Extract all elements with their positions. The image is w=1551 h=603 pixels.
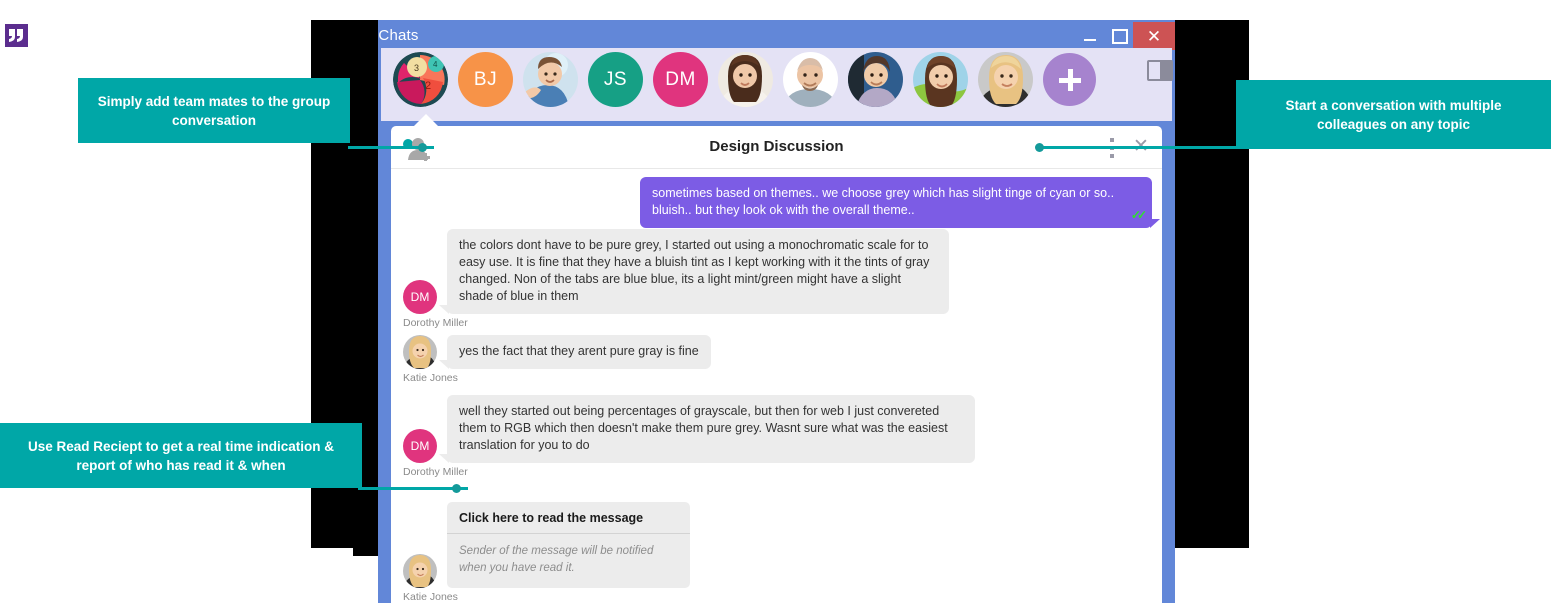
add-contact-button[interactable] bbox=[1043, 53, 1096, 106]
message-sender: Katie Jones bbox=[403, 372, 458, 384]
bubble-tail bbox=[439, 360, 449, 369]
close-icon: ✕ bbox=[1146, 26, 1162, 46]
message-sender: Dorothy Miller bbox=[403, 317, 468, 329]
contact-avatar-js[interactable]: JS bbox=[588, 52, 643, 107]
contact-avatar-photo-woman-3[interactable] bbox=[978, 52, 1033, 107]
message-bubble: sometimes based on themes.. we choose gr… bbox=[640, 177, 1160, 228]
minimize-button[interactable] bbox=[1075, 22, 1105, 50]
dot bbox=[1110, 138, 1114, 142]
avatar-initials: DM bbox=[410, 439, 430, 453]
callout-read-receipt: Use Read Reciept to get a real time indi… bbox=[0, 423, 362, 488]
message-text: yes the fact that they arent pure gray i… bbox=[459, 344, 699, 358]
close-button[interactable]: ✕ bbox=[1133, 22, 1175, 50]
contact-initials: DM bbox=[665, 68, 696, 90]
message-text: well they started out being percentages … bbox=[459, 404, 948, 452]
message-sender: Katie Jones bbox=[403, 591, 458, 603]
split-panel-icon[interactable] bbox=[1147, 60, 1173, 81]
maximize-button[interactable] bbox=[1105, 22, 1135, 50]
read-receipt-title[interactable]: Click here to read the message bbox=[447, 502, 690, 534]
bubble-tail bbox=[439, 305, 449, 314]
contact-avatar-group[interactable]: 3 4 2 bbox=[393, 52, 448, 107]
plus-icon bbox=[1058, 68, 1081, 91]
contact-avatar-photo-woman-2[interactable] bbox=[913, 52, 968, 107]
read-receipt-card[interactable]: Click here to read the message Sender of… bbox=[447, 502, 690, 588]
callout-text: Start a conversation with multiple colle… bbox=[1285, 97, 1502, 132]
message-row-incoming: DM the colors dont have to be pure grey,… bbox=[403, 229, 973, 329]
contact-avatar-photo-man-1[interactable] bbox=[523, 52, 578, 107]
contact-avatar-photo-woman-1[interactable] bbox=[718, 52, 773, 107]
message-text: sometimes based on themes.. we choose gr… bbox=[652, 186, 1115, 217]
message-list: sometimes based on themes.. we choose gr… bbox=[391, 169, 1162, 603]
message-bubble: well they started out being percentages … bbox=[439, 395, 975, 463]
contacts-list: 3 4 2 BJ JS DM bbox=[393, 52, 1096, 107]
callout-anchor-dot bbox=[1035, 143, 1044, 152]
callout-anchor-dot bbox=[452, 484, 461, 493]
svg-text:3: 3 bbox=[414, 63, 419, 73]
avatar[interactable]: DM bbox=[403, 280, 437, 314]
callout-anchor-dot bbox=[418, 143, 427, 152]
contact-avatar-photo-man-2[interactable] bbox=[783, 52, 838, 107]
message-bubble: yes the fact that they arent pure gray i… bbox=[439, 335, 711, 369]
contact-avatar-bj[interactable]: BJ bbox=[458, 52, 513, 107]
svg-text:4: 4 bbox=[433, 60, 438, 69]
callout-add-team-mates: Simply add team mates to the group conve… bbox=[78, 78, 350, 143]
message-row-incoming: DM well they started out being percentag… bbox=[403, 395, 1003, 478]
message-row-outgoing: sometimes based on themes.. we choose gr… bbox=[640, 177, 1160, 228]
callout-start-conversation: Start a conversation with multiple colle… bbox=[1236, 80, 1551, 149]
svg-text:2: 2 bbox=[425, 80, 431, 92]
dot bbox=[1110, 154, 1114, 158]
contact-avatar-photo-man-3[interactable] bbox=[848, 52, 903, 107]
message-row-incoming: yes the fact that they arent pure gray i… bbox=[403, 335, 973, 384]
read-receipt-body: Sender of the message will be notified w… bbox=[459, 545, 654, 574]
read-receipt-row: Click here to read the message Sender of… bbox=[403, 502, 1003, 603]
message-text: the colors dont have to be pure grey, I … bbox=[459, 238, 930, 303]
panel-left bbox=[1149, 62, 1160, 79]
window-title: Chats bbox=[378, 27, 419, 44]
avatar[interactable] bbox=[403, 335, 437, 369]
contact-avatar-dm[interactable]: DM bbox=[653, 52, 708, 107]
callout-text: Use Read Reciept to get a real time indi… bbox=[27, 438, 335, 473]
callout-leader-line bbox=[1037, 146, 1242, 149]
read-receipt-ticks: ✓✓ bbox=[1130, 208, 1147, 222]
avatar-initials: DM bbox=[410, 290, 430, 304]
avatar[interactable]: DM bbox=[403, 429, 437, 463]
avatar[interactable] bbox=[403, 554, 437, 588]
callout-text: Simply add team mates to the group conve… bbox=[97, 93, 331, 128]
message-sender: Dorothy Miller bbox=[403, 466, 468, 478]
conversation-panel: Design Discussion ✕ sometimes based on t… bbox=[391, 126, 1162, 603]
message-bubble: the colors dont have to be pure grey, I … bbox=[439, 229, 949, 314]
contact-initials: BJ bbox=[473, 68, 498, 90]
bubble-tail bbox=[1150, 219, 1160, 228]
contact-initials: JS bbox=[603, 68, 628, 90]
panel-right bbox=[1160, 62, 1171, 79]
contacts-strip: 3 4 2 BJ JS DM bbox=[381, 48, 1172, 121]
bubble-tail bbox=[439, 454, 449, 463]
